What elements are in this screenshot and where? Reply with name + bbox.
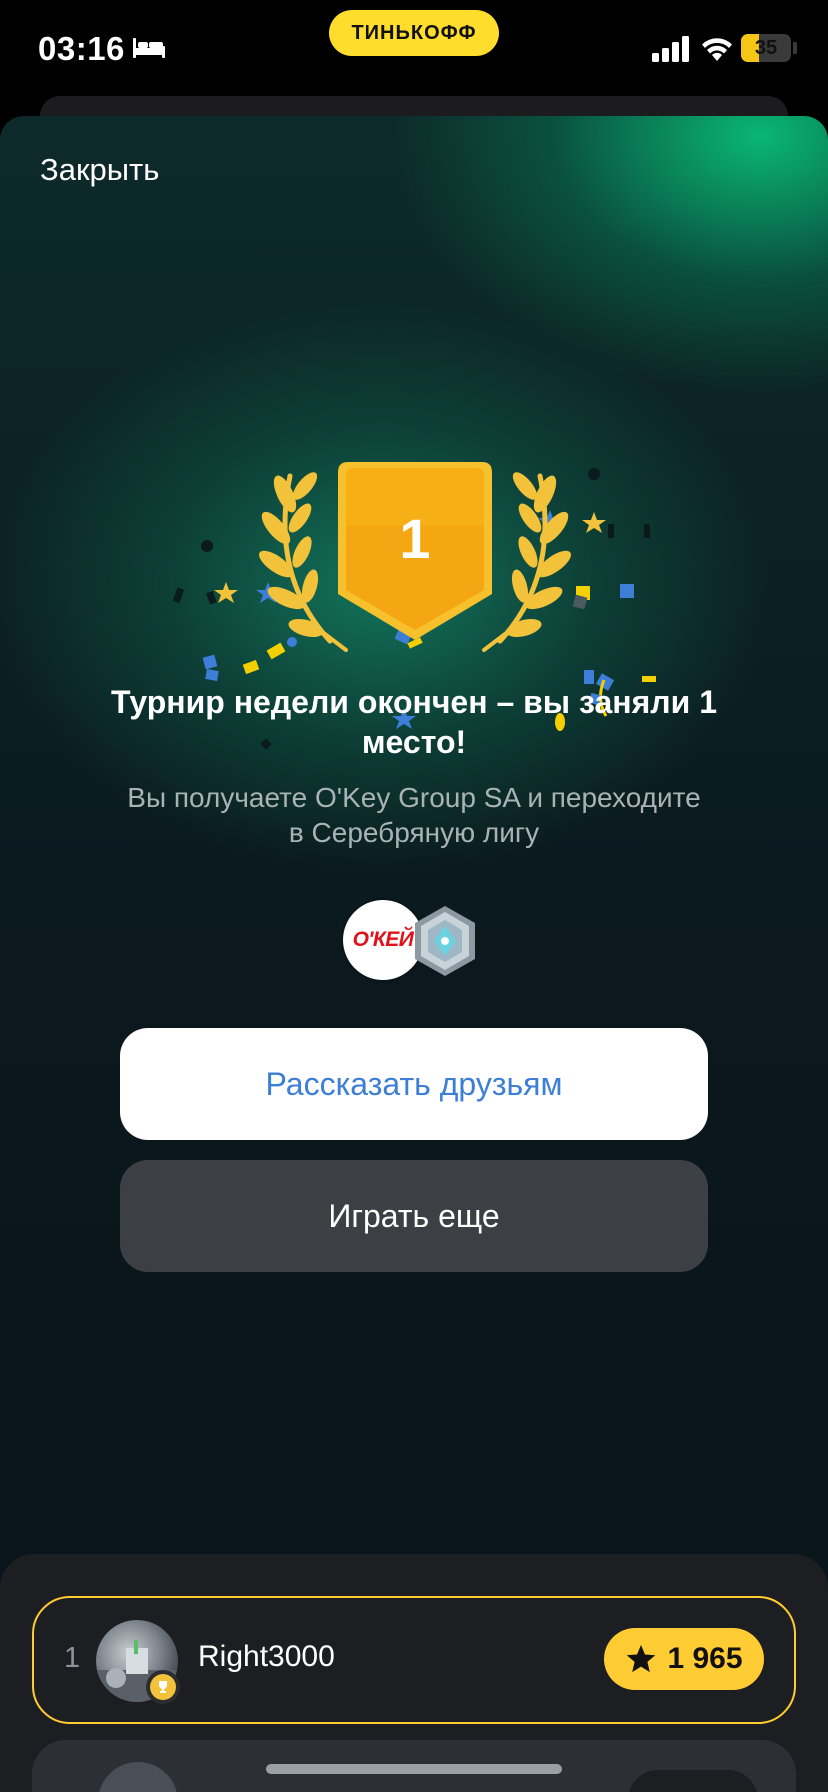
- cellular-signal-icon: [652, 36, 689, 62]
- play-again-button[interactable]: Играть еще: [120, 1160, 708, 1272]
- score-badge: 1 965: [604, 1628, 764, 1690]
- close-button[interactable]: Закрыть: [40, 152, 159, 188]
- wifi-icon: [702, 38, 732, 61]
- leaderboard-username: Right3000: [198, 1640, 335, 1673]
- leaderboard-row[interactable]: 1 Right3000 1 965: [32, 1596, 796, 1724]
- laurel-left-icon: [258, 472, 348, 652]
- okey-logo: О'КЕЙ: [343, 900, 423, 980]
- leaderboard-rank: 1: [64, 1642, 81, 1674]
- result-subtext: Вы получаете O'Key Group SA и переходите…: [127, 782, 701, 848]
- trophy-badge: [146, 1670, 180, 1704]
- bed-icon: [133, 38, 165, 58]
- battery-percent: 35: [754, 36, 778, 59]
- tournament-result-modal: Закрыть 1 Турнир недели окончен – вы зан…: [0, 116, 828, 1792]
- battery-cap: [793, 42, 797, 54]
- silver-league-icon: [415, 906, 475, 976]
- place-number: 1: [399, 507, 430, 570]
- status-time: 03:16: [38, 30, 125, 67]
- home-indicator: [266, 1764, 562, 1774]
- score-value: 1 965: [667, 1642, 743, 1675]
- share-with-friends-button[interactable]: Рассказать друзьям: [120, 1028, 708, 1140]
- battery-indicator: 35: [741, 34, 791, 62]
- okey-logo-text: О'КЕЙ: [352, 928, 414, 951]
- laurel-right-icon: [482, 472, 572, 652]
- brand-pill[interactable]: ТИНЬКОФФ: [329, 10, 499, 56]
- score-badge: [628, 1770, 758, 1792]
- star-icon: [627, 1645, 656, 1673]
- result-headline: Турнир недели окончен – вы заняли 1 мест…: [111, 684, 717, 760]
- trophy-icon: [150, 1674, 176, 1700]
- status-bar: 03:16 ТИНЬКОФФ 35: [0, 0, 828, 100]
